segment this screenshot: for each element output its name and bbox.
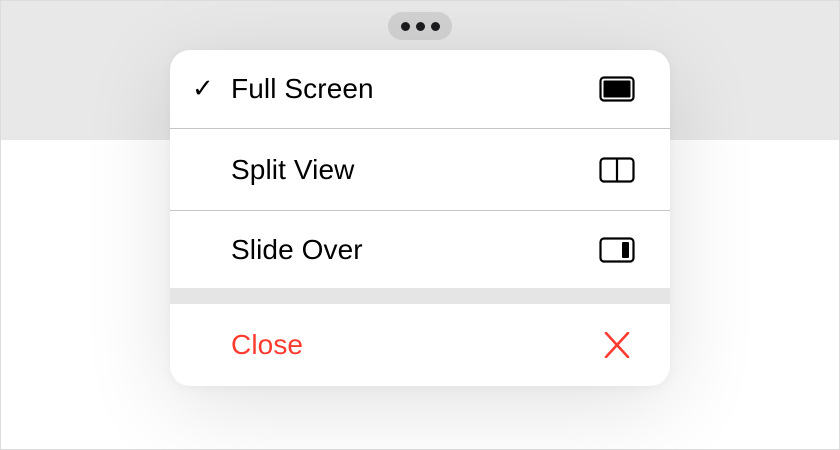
ellipsis-dot xyxy=(415,21,425,31)
menu-item-slide-over[interactable]: Slide Over xyxy=(170,211,670,288)
ellipsis-dot xyxy=(430,21,440,31)
menu-item-close[interactable]: Close xyxy=(170,304,670,386)
full-screen-icon xyxy=(599,76,635,102)
slide-over-icon xyxy=(599,236,635,263)
multitasking-menu: ✓ Full Screen Split View Slide Over Clos… xyxy=(170,50,670,386)
menu-item-label: Slide Over xyxy=(231,233,363,265)
ellipsis-dot xyxy=(400,21,410,31)
menu-item-label: Close xyxy=(231,329,304,360)
menu-item-label: Split View xyxy=(231,153,355,185)
multitasking-button[interactable] xyxy=(388,12,452,40)
menu-item-split-view[interactable]: Split View xyxy=(170,129,670,210)
menu-item-label: Full Screen xyxy=(231,73,374,104)
close-icon xyxy=(599,332,635,358)
split-view-icon xyxy=(599,156,635,183)
menu-section-separator xyxy=(170,288,670,304)
menu-item-full-screen[interactable]: ✓ Full Screen xyxy=(170,50,670,128)
checkmark-icon: ✓ xyxy=(192,74,214,104)
